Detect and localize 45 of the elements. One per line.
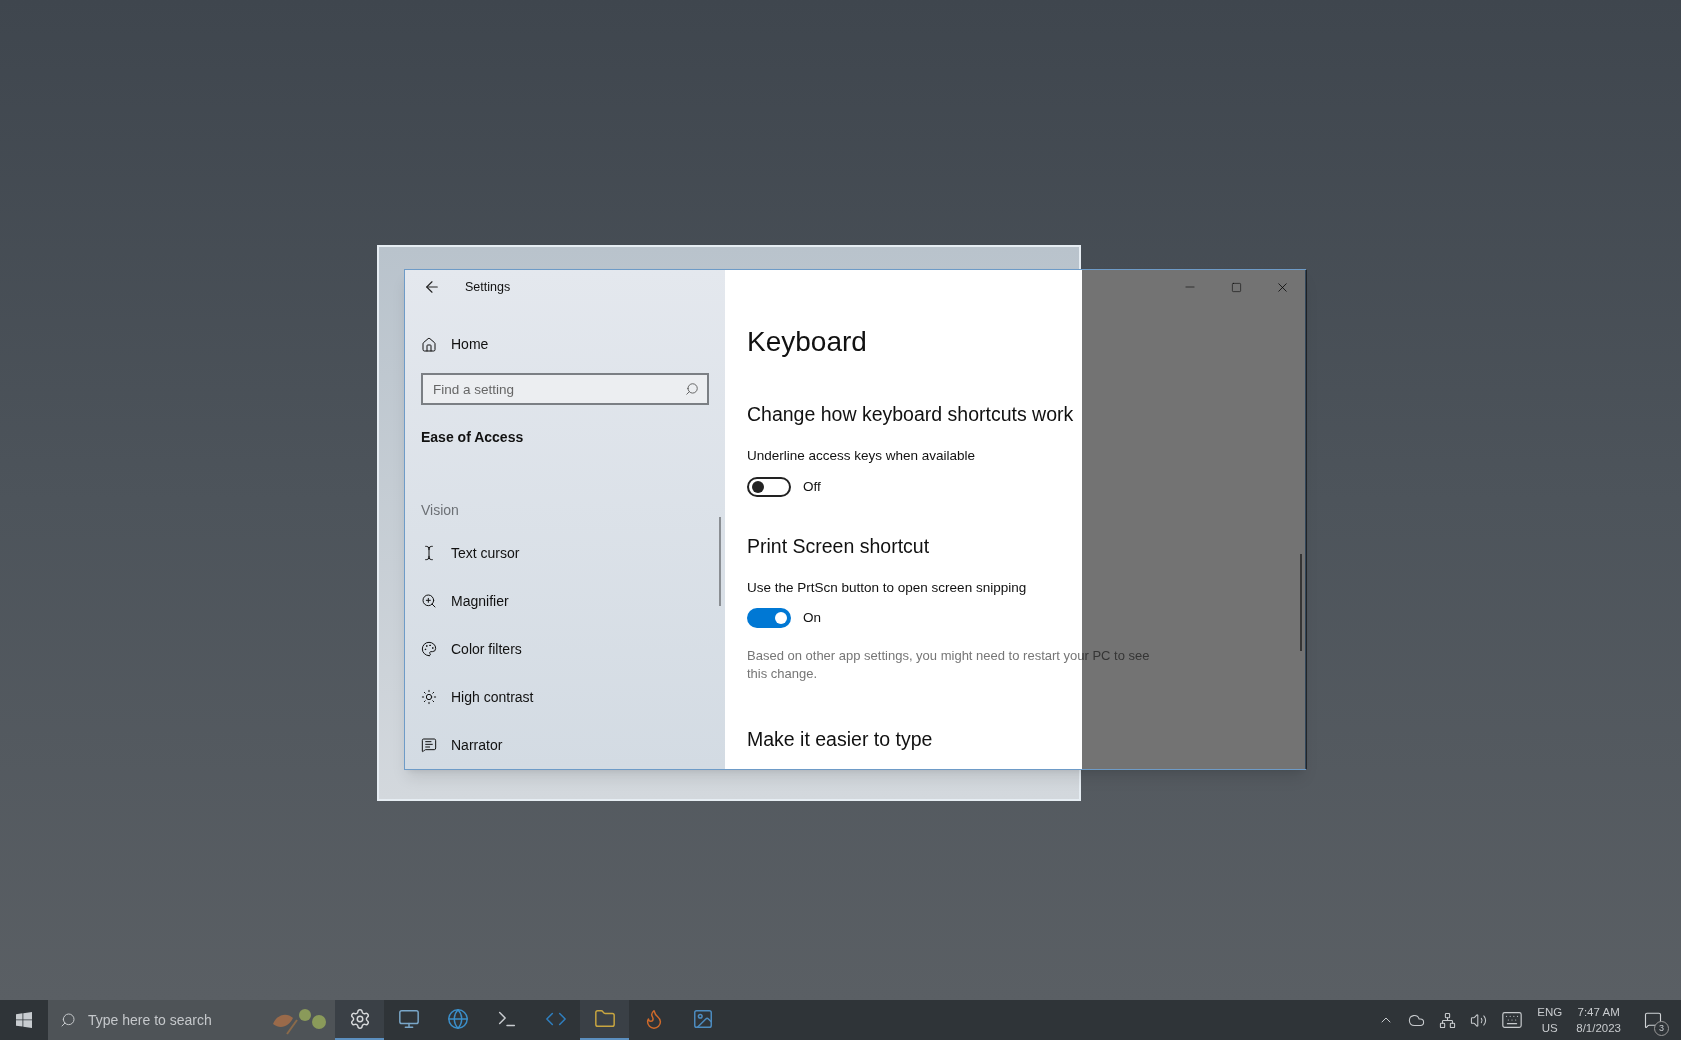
nav-item[interactable]: Color filters xyxy=(405,625,725,673)
taskbar-search-field[interactable]: Type here to search xyxy=(48,1000,335,1040)
toggle-switch[interactable] xyxy=(747,476,791,497)
speech-bubble-icon xyxy=(421,737,437,753)
taskbar-app-button[interactable] xyxy=(580,1000,629,1040)
window-title: Settings xyxy=(465,278,511,296)
clock[interactable]: 7:47 AM 8/1/2023 xyxy=(1576,1004,1621,1036)
palette-icon xyxy=(421,641,437,657)
volume-icon[interactable] xyxy=(1470,1011,1488,1029)
magnifier-icon xyxy=(421,593,437,609)
nav-item[interactable]: Magnifier xyxy=(405,577,725,625)
home-icon xyxy=(421,336,437,353)
maximize-icon xyxy=(1230,281,1242,293)
network-icon[interactable] xyxy=(1439,1011,1457,1029)
nav-item[interactable]: Text cursor xyxy=(405,529,725,577)
notification-count: 3 xyxy=(1654,1021,1669,1036)
keyboard-icon[interactable] xyxy=(1501,1009,1524,1031)
toggle-switch[interactable] xyxy=(747,608,791,629)
language-indicator[interactable]: ENG US xyxy=(1537,1004,1563,1036)
windows-logo-icon xyxy=(16,1012,32,1028)
home-link[interactable]: Home xyxy=(405,334,725,355)
settings-icon xyxy=(348,1008,371,1030)
toggle-state: Off xyxy=(803,477,821,496)
section-heading: Make it easier to type xyxy=(747,726,934,752)
section-heading: Print Screen shortcut xyxy=(747,533,931,559)
section-title: Ease of Access xyxy=(420,428,525,447)
nav-item[interactable]: High contrast xyxy=(405,673,725,721)
message-icon xyxy=(1644,1011,1662,1029)
taskbar-app-button[interactable] xyxy=(335,1000,384,1040)
globe-icon xyxy=(446,1008,469,1030)
setting-label: Use the PrtScn button to open screen snipping xyxy=(747,579,1028,597)
monitor-icon xyxy=(397,1008,420,1030)
search-icon xyxy=(685,382,699,396)
section-heading: Change how keyboard shortcuts work xyxy=(747,402,1075,427)
notification-button[interactable]: 3 xyxy=(1635,1000,1671,1040)
search-field[interactable]: Find a setting xyxy=(421,373,709,405)
search-icon xyxy=(60,1012,76,1028)
toggle-state: On xyxy=(803,609,821,628)
sun-icon xyxy=(421,689,437,705)
group-label: Vision xyxy=(420,501,460,520)
folder-icon xyxy=(593,1008,616,1030)
image-icon xyxy=(691,1008,714,1030)
nav-item[interactable]: Narrator xyxy=(405,721,725,769)
page-title: Keyboard xyxy=(747,328,868,356)
setting-label: Underline access keys when available xyxy=(747,447,977,466)
